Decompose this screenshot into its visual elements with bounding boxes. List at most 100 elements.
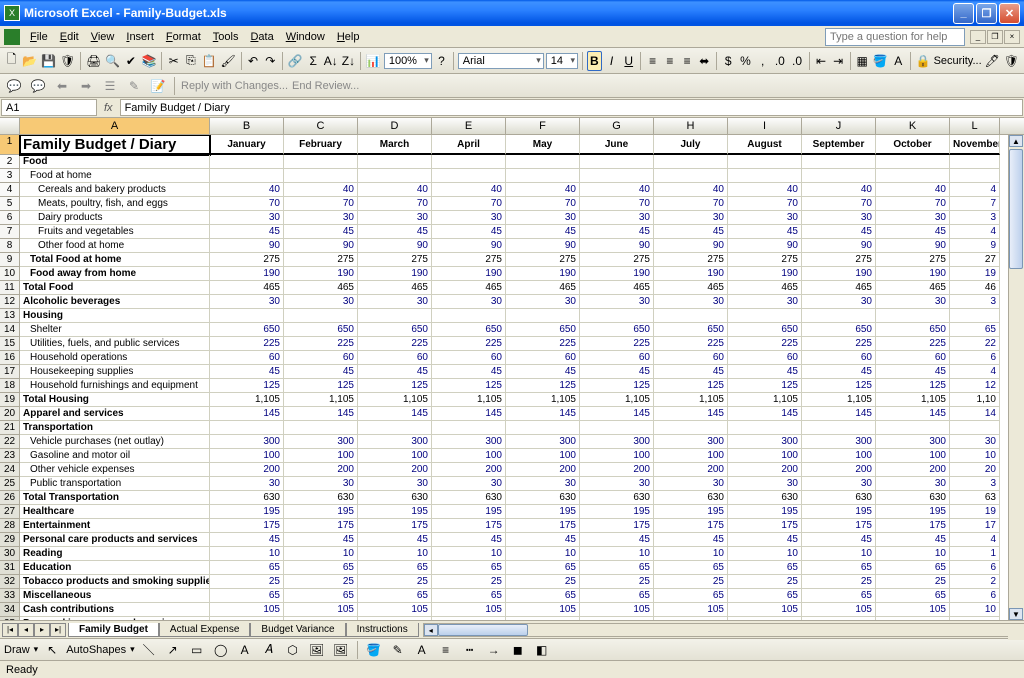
data-cell[interactable] [358, 169, 432, 183]
data-cell[interactable]: 465 [654, 281, 728, 295]
data-cell[interactable]: 190 [284, 267, 358, 281]
data-cell[interactable]: 225 [506, 337, 580, 351]
data-cell[interactable] [284, 309, 358, 323]
row-label[interactable]: Cash contributions [20, 603, 210, 617]
data-cell[interactable]: 105 [728, 603, 802, 617]
data-cell[interactable]: 465 [432, 281, 506, 295]
scroll-up-icon[interactable]: ▲ [1009, 135, 1023, 147]
data-cell[interactable]: 275 [358, 253, 432, 267]
research-icon[interactable]: 📚 [140, 51, 157, 71]
data-cell[interactable]: 30 [506, 477, 580, 491]
data-cell[interactable] [950, 309, 1000, 323]
data-cell[interactable] [432, 155, 506, 169]
sheet-tab[interactable]: Instructions [346, 623, 419, 637]
data-cell[interactable]: 30 [654, 477, 728, 491]
data-cell[interactable]: 10 [950, 449, 1000, 463]
tab-next-icon[interactable]: ▸ [34, 623, 50, 637]
data-cell[interactable]: 30 [728, 211, 802, 225]
data-cell[interactable] [358, 421, 432, 435]
data-cell[interactable]: 190 [580, 267, 654, 281]
data-cell[interactable]: 30 [358, 211, 432, 225]
data-cell[interactable] [802, 421, 876, 435]
data-cell[interactable]: 65 [654, 561, 728, 575]
data-cell[interactable]: 12 [950, 379, 1000, 393]
row-label[interactable]: Dairy products [20, 211, 210, 225]
data-cell[interactable]: 30 [728, 477, 802, 491]
menu-tools[interactable]: Tools [207, 29, 245, 45]
row-label[interactable]: Total Food at home [20, 253, 210, 267]
data-cell[interactable] [876, 309, 950, 323]
menu-format[interactable]: Format [160, 29, 207, 45]
data-cell[interactable]: 190 [210, 267, 284, 281]
row-label[interactable]: Cereals and bakery products [20, 183, 210, 197]
line-color-icon[interactable]: ✎ [388, 640, 408, 660]
data-cell[interactable] [728, 617, 802, 620]
data-cell[interactable]: 45 [358, 365, 432, 379]
data-cell[interactable]: 30 [654, 295, 728, 309]
textbox-icon[interactable]: A [235, 640, 255, 660]
decrease-decimal-icon[interactable]: .0 [789, 51, 804, 71]
row-header-17[interactable]: 17 [0, 365, 20, 379]
data-cell[interactable] [950, 155, 1000, 169]
data-cell[interactable]: 10 [950, 603, 1000, 617]
select-all-corner[interactable] [0, 118, 20, 134]
data-cell[interactable]: 70 [728, 197, 802, 211]
picture-icon[interactable]: 🖼 [331, 640, 351, 660]
data-cell[interactable]: 275 [210, 253, 284, 267]
cut-icon[interactable]: ✂ [166, 51, 181, 71]
data-cell[interactable]: 4 [950, 533, 1000, 547]
data-cell[interactable] [284, 169, 358, 183]
new-icon[interactable]: 🗋 [4, 51, 19, 71]
data-cell[interactable]: 70 [432, 197, 506, 211]
data-cell[interactable]: 30 [210, 295, 284, 309]
data-cell[interactable]: 125 [210, 379, 284, 393]
data-cell[interactable]: 25 [432, 575, 506, 589]
data-cell[interactable] [506, 309, 580, 323]
row-header-33[interactable]: 33 [0, 589, 20, 603]
col-header-K[interactable]: K [876, 118, 950, 134]
data-cell[interactable] [728, 155, 802, 169]
data-cell[interactable]: 25 [654, 575, 728, 589]
row-label[interactable]: Entertainment [20, 519, 210, 533]
data-cell[interactable]: 195 [358, 505, 432, 519]
data-cell[interactable]: 45 [506, 225, 580, 239]
data-cell[interactable]: 100 [654, 449, 728, 463]
data-cell[interactable]: 145 [432, 407, 506, 421]
data-cell[interactable]: 30 [284, 211, 358, 225]
data-cell[interactable]: 70 [506, 197, 580, 211]
data-cell[interactable]: 145 [580, 407, 654, 421]
help-search-input[interactable] [825, 28, 965, 46]
data-cell[interactable]: 190 [506, 267, 580, 281]
data-cell[interactable]: 200 [728, 463, 802, 477]
data-cell[interactable]: 22 [950, 337, 1000, 351]
data-cell[interactable]: 45 [728, 225, 802, 239]
data-cell[interactable] [950, 617, 1000, 620]
data-cell[interactable]: 90 [728, 239, 802, 253]
data-cell[interactable]: 60 [210, 351, 284, 365]
data-cell[interactable] [654, 309, 728, 323]
underline-button[interactable]: U [621, 51, 636, 71]
row-header-16[interactable]: 16 [0, 351, 20, 365]
data-cell[interactable]: 195 [432, 505, 506, 519]
data-cell[interactable]: 650 [284, 323, 358, 337]
data-cell[interactable]: 195 [580, 505, 654, 519]
data-cell[interactable] [210, 155, 284, 169]
borders-icon[interactable]: ▦ [855, 51, 870, 71]
data-cell[interactable]: 630 [284, 491, 358, 505]
row-header-13[interactable]: 13 [0, 309, 20, 323]
app-menu-icon[interactable] [4, 29, 20, 45]
data-cell[interactable]: 10 [210, 547, 284, 561]
data-cell[interactable]: 65 [950, 323, 1000, 337]
menu-file[interactable]: File [24, 29, 54, 45]
font-size-combo[interactable]: 14 [546, 53, 578, 69]
data-cell[interactable]: 60 [580, 351, 654, 365]
zoom-combo[interactable]: 100% [384, 53, 432, 69]
row-label[interactable]: Other food at home [20, 239, 210, 253]
data-cell[interactable]: 100 [210, 449, 284, 463]
row-header-14[interactable]: 14 [0, 323, 20, 337]
data-cell[interactable]: 45 [432, 225, 506, 239]
row-label[interactable]: Alcoholic beverages [20, 295, 210, 309]
data-cell[interactable]: 70 [876, 197, 950, 211]
col-header-D[interactable]: D [358, 118, 432, 134]
data-cell[interactable]: 25 [506, 575, 580, 589]
